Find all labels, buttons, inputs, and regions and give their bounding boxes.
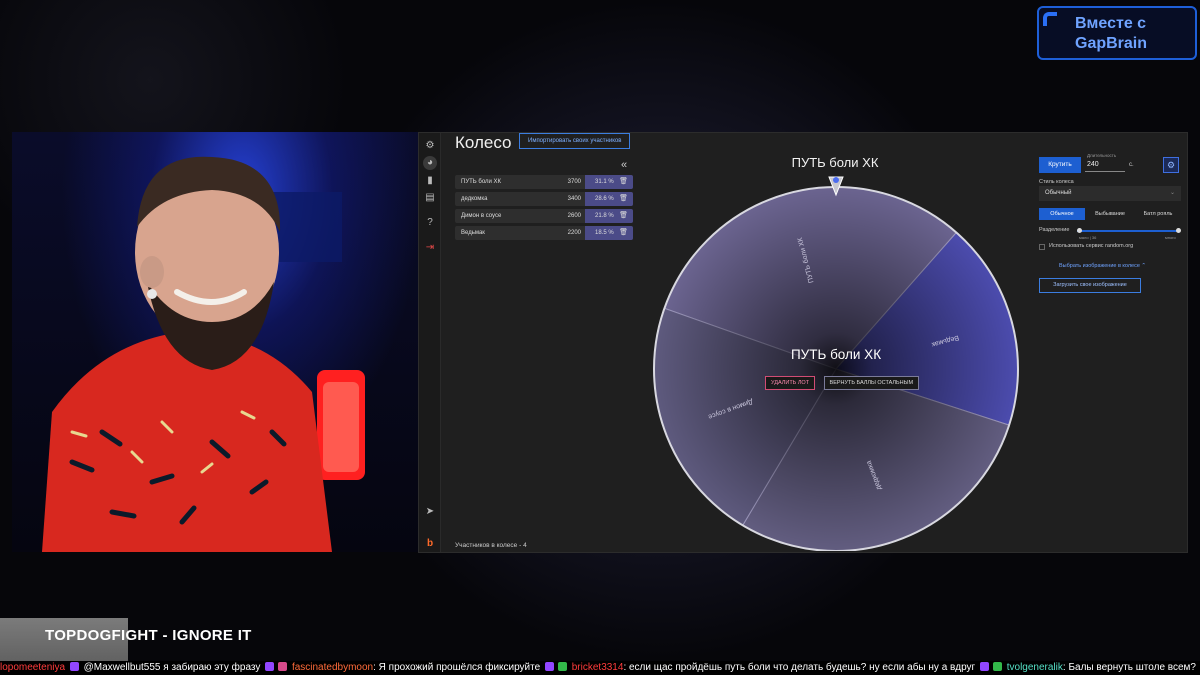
choose-image-link[interactable]: Выбрать изображение в колесе ⌃	[1059, 263, 1146, 269]
subscriber-badge-icon	[265, 662, 275, 671]
duration-input[interactable]: 240	[1085, 158, 1125, 172]
slider-handle[interactable]	[1077, 228, 1082, 233]
trash-icon[interactable]: 🗑	[619, 226, 628, 240]
wheel-area: ПУТЬ боли ХК Ведьмак дедкомка Димон в соусе…	[645, 151, 1035, 551]
settings-icon[interactable]: ⚙	[423, 139, 437, 153]
brand-logo-icon	[1043, 12, 1057, 26]
participant-amount[interactable]: 3400	[559, 192, 581, 206]
participant-percent: 21.8 %	[595, 213, 614, 219]
wheel-winner-label: ПУТЬ боли ХК	[791, 155, 879, 170]
wheel-style-select[interactable]: Обычный ⌄	[1039, 186, 1181, 201]
sidebar-rail: ⚙ ◕ ▮ ▤ ? ⇥ ➤ b	[419, 133, 441, 552]
webcam-feed	[12, 132, 418, 552]
chevron-down-icon: ⌄	[1169, 190, 1175, 196]
heart-badge-icon	[278, 662, 288, 671]
participant-amount[interactable]: 3700	[559, 175, 581, 189]
chat-username: @Maxwellbut555	[83, 662, 161, 673]
collapse-panel-button[interactable]: «	[621, 159, 627, 171]
settings-icon[interactable]: ⚙	[1163, 157, 1179, 173]
duration-unit: с.	[1129, 162, 1134, 168]
participants-count: Участников в колесе - 4	[455, 542, 527, 549]
participant-row: ПУТЬ боли ХК 3700 31.1 % 🗑	[455, 175, 633, 189]
streamer-image	[42, 156, 365, 552]
trash-icon[interactable]: 🗑	[619, 192, 628, 206]
subscriber-badge-icon	[544, 662, 554, 671]
participant-name: дедкомка	[461, 196, 488, 202]
division-label: Разделение	[1039, 227, 1070, 233]
tab-battle-royale[interactable]: Батл рояль	[1135, 208, 1181, 220]
wheel-center-actions: УДАЛИТЬ ЛОТ ВЕРНУТЬ БАЛЛЫ ОСТАЛЬНЫМ	[765, 371, 923, 390]
help-icon[interactable]: ?	[423, 216, 437, 230]
wheel-app-window: ⚙ ◕ ▮ ▤ ? ⇥ ➤ b Колесо Импортировать сво…	[418, 132, 1188, 553]
participant-amount[interactable]: 2200	[559, 226, 581, 240]
chat-message: : если щас пройдёшь путь боли что делать…	[623, 662, 978, 673]
page-title: Колесо	[455, 133, 512, 152]
chat-username: lopomeeteniya	[0, 662, 66, 673]
participant-percent: 18.5 %	[595, 230, 614, 236]
participant-percent: 28.6 %	[595, 196, 614, 202]
return-points-button[interactable]: ВЕРНУТЬ БАЛЛЫ ОСТАЛЬНЫМ	[823, 376, 920, 390]
trash-icon[interactable]: 🗑	[619, 175, 628, 189]
chat-message: : Балы вернуть штоле всем?	[1062, 662, 1196, 673]
delete-lot-button[interactable]: УДАЛИТЬ ЛОТ	[765, 376, 816, 390]
list-icon[interactable]: ▤	[423, 191, 437, 205]
brand-line-2: GapBrain	[1075, 35, 1148, 52]
random-org-label: Использовать сервис random.org	[1049, 243, 1134, 249]
brand-b-icon[interactable]: b	[423, 537, 437, 551]
tab-normal[interactable]: Обычное	[1039, 208, 1085, 220]
moderator-badge-icon	[992, 662, 1002, 671]
participant-percent: 31.1 %	[595, 179, 614, 185]
logout-icon[interactable]: ⇥	[423, 241, 437, 255]
chat-ticker: lopomeeteniya @Maxwellbut555 я забираю э…	[0, 661, 1200, 675]
subscriber-badge-icon	[69, 662, 79, 671]
wheel-style-value: Обычный	[1045, 190, 1072, 196]
brand-badge: Вместе с GapBrain	[1037, 6, 1197, 60]
random-org-checkbox[interactable]	[1039, 244, 1045, 250]
stats-icon[interactable]: ▮	[423, 174, 437, 188]
chat-message: я забираю эту фразу	[160, 662, 264, 673]
chat-username: tvolgeneralik	[1006, 662, 1063, 673]
chat-username: bricket3314	[571, 662, 624, 673]
spin-button[interactable]: Крутить	[1039, 157, 1081, 173]
chat-message: : Я прохожий прошёлся фиксируйте	[373, 662, 543, 673]
upload-image-button[interactable]: Загрузить свое изображение	[1039, 278, 1141, 293]
participants-list: ПУТЬ боли ХК 3700 31.1 % 🗑 дедкомка 3400 …	[455, 175, 633, 243]
import-participants-button[interactable]: Импортировать своих участников	[519, 133, 631, 149]
division-max-label: много	[1165, 235, 1176, 240]
subscriber-badge-icon	[979, 662, 989, 671]
participant-row: дедкомка 3400 28.6 % 🗑	[455, 192, 633, 206]
slider-handle[interactable]	[1176, 228, 1181, 233]
wheel-center-label: ПУТЬ боли ХК	[790, 347, 882, 362]
brand-line-1: Вместе с	[1075, 15, 1147, 32]
tab-elimination[interactable]: Выбывание	[1087, 208, 1133, 220]
stream-overlay-label: TOPDOGFIGHT - IGNORE IT	[45, 627, 252, 644]
pointer-dot	[833, 177, 839, 183]
mode-tabs: Обычное Выбывание Батл рояль	[1039, 208, 1181, 220]
telegram-icon[interactable]: ➤	[423, 505, 437, 519]
participant-name: Ведьмак	[461, 230, 485, 236]
participant-name: Димон в соусе	[461, 213, 502, 219]
wheel-icon[interactable]: ◕	[423, 156, 437, 170]
division-slider[interactable]	[1077, 230, 1179, 232]
moderator-badge-icon	[557, 662, 567, 671]
participant-row: Ведьмак 2200 18.5 % 🗑	[455, 226, 633, 240]
participant-name: ПУТЬ боли ХК	[461, 179, 502, 185]
chat-username: fascinatedbymoon	[291, 662, 374, 673]
trash-icon[interactable]: 🗑	[619, 209, 628, 223]
wheel-shading	[654, 187, 1018, 551]
participant-row: Димон в соусе 2600 21.8 % 🗑	[455, 209, 633, 223]
wheel-style-label: Стиль колеса	[1039, 179, 1074, 185]
division-min-label: мало | 36	[1079, 235, 1097, 240]
participant-amount[interactable]: 2600	[559, 209, 581, 223]
